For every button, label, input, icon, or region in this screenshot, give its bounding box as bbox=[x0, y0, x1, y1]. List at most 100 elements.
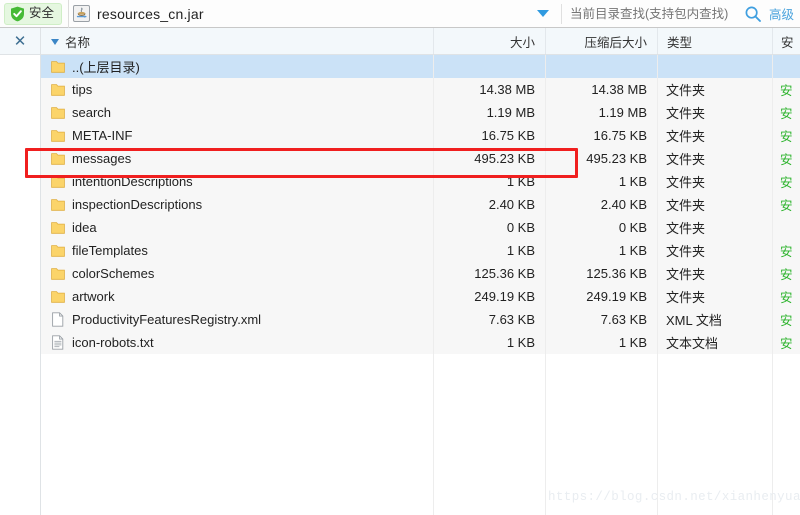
table-row[interactable]: colorSchemes 125.36 KB 125.36 KB 文件夹 安 bbox=[41, 262, 800, 285]
table-row[interactable]: ..(上层目录) bbox=[41, 55, 800, 78]
table-row[interactable]: idea 0 KB 0 KB 文件夹 bbox=[41, 216, 800, 239]
cell-security bbox=[772, 216, 800, 239]
file-name-label: idea bbox=[72, 220, 97, 235]
cell-name: icon-robots.txt bbox=[41, 331, 433, 354]
cell-size: 14.38 MB bbox=[479, 82, 535, 97]
column-header-type[interactable]: 类型 bbox=[657, 28, 772, 54]
cell-type: 文件夹 bbox=[666, 152, 706, 167]
cell-compressed-size: 1.19 MB bbox=[598, 105, 647, 120]
cell-size: 0 KB bbox=[506, 220, 535, 235]
left-rail: ✕ bbox=[0, 28, 41, 515]
cell-size: 125.36 KB bbox=[474, 266, 535, 281]
cell-security: 安 bbox=[780, 291, 793, 305]
cell-type: XML 文档 bbox=[666, 313, 722, 328]
cell-size: 1.19 MB bbox=[486, 105, 535, 120]
column-header-name-label: 名称 bbox=[65, 35, 91, 50]
table-body: ..(上层目录) tips 14.38 MB 14.38 MB 文件夹安 search 1.… bbox=[41, 55, 800, 354]
table-row[interactable]: inspectionDescriptions 2.40 KB 2.40 KB 文件夹 安 bbox=[41, 193, 800, 216]
cell-size: 2.40 KB bbox=[488, 197, 535, 212]
column-header-size-label: 大小 bbox=[509, 35, 535, 50]
archive-manager-window: 安全 resources_cn.jar 当前目录查找(支持包内查找) 高级 ✕ … bbox=[0, 0, 800, 515]
table-row[interactable]: messages 495.23 KB 495.23 KB 文件夹 安 bbox=[41, 147, 800, 170]
cell-compressed-size: 125.36 KB bbox=[586, 266, 647, 281]
cell-type: 文本文档 bbox=[666, 336, 719, 351]
search-input[interactable] bbox=[569, 6, 742, 21]
cell-type: 文件夹 bbox=[666, 83, 706, 98]
cell-compressed-size: 14.38 MB bbox=[591, 82, 647, 97]
cell-size: 1 KB bbox=[506, 335, 535, 350]
cell-type: 文件夹 bbox=[666, 198, 706, 213]
cell-size: 495.23 KB bbox=[474, 151, 535, 166]
table-row[interactable]: META-INF 16.75 KB 16.75 KB 文件夹 安 bbox=[41, 124, 800, 147]
column-header-compressed-size-label: 压缩后大小 bbox=[584, 35, 647, 50]
cell-type: 文件夹 bbox=[666, 244, 706, 259]
column-header-security[interactable]: 安 bbox=[772, 28, 800, 54]
cell-type: 文件夹 bbox=[666, 267, 706, 282]
file-name-label: ..(上层目录) bbox=[72, 60, 140, 75]
table-row[interactable]: artwork 249.19 KB 249.19 KB 文件夹 安 bbox=[41, 285, 800, 308]
column-header-name[interactable]: 名称 bbox=[41, 28, 433, 54]
table-row[interactable]: search 1.19 MB 1.19 MB 文件夹 安 bbox=[41, 101, 800, 124]
safe-status-badge: 安全 bbox=[4, 2, 63, 25]
cell-compressed-size bbox=[545, 55, 657, 78]
table-row[interactable]: intentionDescriptions 1 KB 1 KB 文件夹 安 bbox=[41, 170, 800, 193]
cell-type bbox=[657, 55, 772, 78]
cell-name: messages bbox=[41, 147, 433, 170]
column-divider-3 bbox=[657, 55, 658, 515]
cell-name: ProductivityFeaturesRegistry.xml bbox=[41, 308, 433, 331]
cell-compressed-size: 16.75 KB bbox=[593, 128, 648, 143]
file-name-label: ProductivityFeaturesRegistry.xml bbox=[72, 312, 262, 327]
cell-security: 安 bbox=[780, 245, 793, 259]
table-row[interactable]: tips 14.38 MB 14.38 MB 文件夹 安 bbox=[41, 78, 800, 101]
folder-icon bbox=[51, 174, 65, 189]
advanced-search-link[interactable]: 高级 bbox=[769, 4, 794, 23]
safe-status-label: 安全 bbox=[29, 6, 55, 21]
cell-size: 1 KB bbox=[506, 174, 535, 189]
cell-security: 安 bbox=[780, 84, 793, 98]
cell-type: 文件夹 bbox=[666, 175, 706, 190]
folder-icon bbox=[51, 220, 65, 235]
cell-name: ..(上层目录) bbox=[41, 55, 433, 78]
folder-icon bbox=[51, 151, 65, 166]
file-name-label: tips bbox=[72, 82, 93, 97]
cell-compressed-size: 2.40 KB bbox=[600, 197, 647, 212]
folder-icon bbox=[51, 128, 65, 143]
cell-security bbox=[772, 55, 800, 78]
file-list-table: 名称 大小 压缩后大小 类型 安 ..(上层目录) tips 14.38 MB 14.… bbox=[41, 28, 800, 515]
cell-type: 文件夹 bbox=[666, 221, 706, 236]
cell-compressed-size: 0 KB bbox=[618, 220, 647, 235]
cell-name: idea bbox=[41, 216, 433, 239]
folder-icon bbox=[51, 82, 65, 97]
column-header-compressed-size[interactable]: 压缩后大小 bbox=[545, 28, 657, 54]
cell-security: 安 bbox=[780, 153, 793, 167]
table-row[interactable]: ProductivityFeaturesRegistry.xml 7.63 KB 7… bbox=[41, 308, 800, 331]
watermark-text: https://blog.csdn.net/xianhenyuan bbox=[548, 490, 800, 504]
cell-size bbox=[433, 55, 545, 78]
cell-security: 安 bbox=[780, 107, 793, 121]
column-header-size[interactable]: 大小 bbox=[433, 28, 545, 54]
cell-name: search bbox=[41, 101, 433, 124]
column-divider-1 bbox=[433, 55, 434, 515]
search-icon[interactable] bbox=[744, 5, 762, 23]
cell-type: 文件夹 bbox=[666, 290, 706, 305]
file-name-label: messages bbox=[72, 151, 132, 166]
cell-name: colorSchemes bbox=[41, 262, 433, 285]
folder-icon bbox=[51, 59, 65, 74]
cell-size: 1 KB bbox=[506, 243, 535, 258]
cell-name: inspectionDescriptions bbox=[41, 193, 433, 216]
chevron-down-icon[interactable] bbox=[536, 10, 549, 17]
cell-security: 安 bbox=[780, 268, 793, 282]
table-row[interactable]: icon-robots.txt 1 KB 1 KB 文本文档 安 bbox=[41, 331, 800, 354]
shield-check-icon bbox=[10, 6, 25, 22]
table-row[interactable]: fileTemplates 1 KB 1 KB 文件夹 安 bbox=[41, 239, 800, 262]
xml-file-icon bbox=[51, 312, 65, 327]
file-name-label: artwork bbox=[72, 289, 115, 304]
cell-security: 安 bbox=[780, 176, 793, 190]
cell-compressed-size: 249.19 KB bbox=[586, 289, 647, 304]
cell-type: 文件夹 bbox=[666, 106, 706, 121]
close-icon[interactable]: ✕ bbox=[14, 34, 27, 49]
cell-security: 安 bbox=[780, 199, 793, 213]
search-area: 高级 bbox=[569, 0, 800, 28]
cell-security: 安 bbox=[780, 337, 793, 351]
text-file-icon bbox=[51, 335, 65, 350]
